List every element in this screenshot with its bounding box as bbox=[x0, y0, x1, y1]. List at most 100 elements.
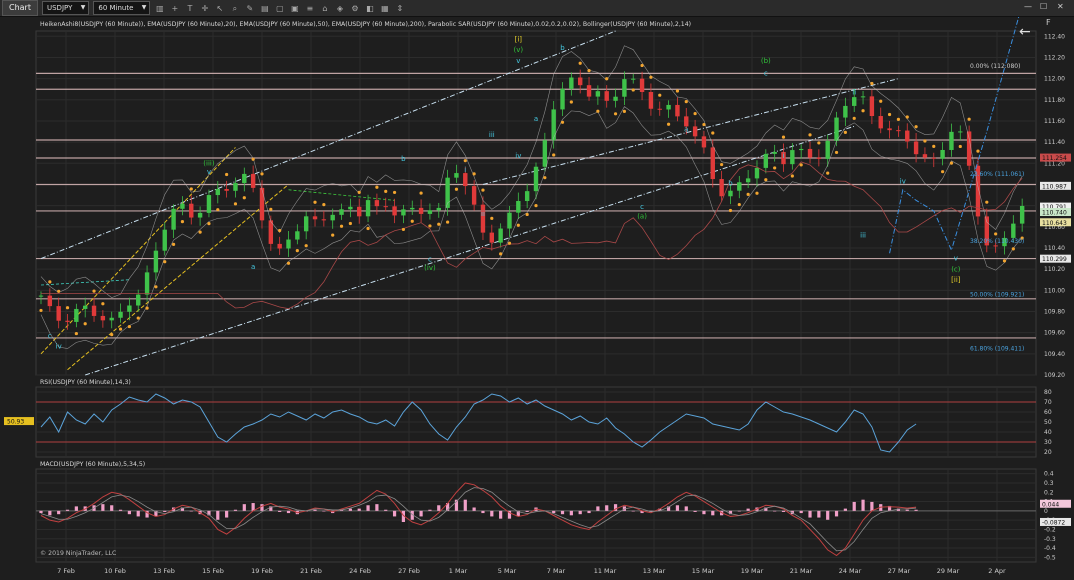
macd-tick-label: -0.3 bbox=[1044, 536, 1056, 543]
candle-body bbox=[321, 219, 327, 221]
macd-tick-label: -0.5 bbox=[1044, 554, 1056, 561]
plus-icon[interactable]: + bbox=[169, 3, 180, 14]
candle-body bbox=[595, 91, 601, 97]
tools-icon[interactable]: ⚙ bbox=[349, 3, 360, 14]
candle-body bbox=[657, 108, 662, 110]
macd-histogram-bar bbox=[110, 505, 114, 511]
date-tick-label: 19 Feb bbox=[251, 567, 273, 575]
candle-body bbox=[295, 231, 300, 240]
macd-histogram-bar bbox=[322, 510, 326, 512]
f-label: F bbox=[1046, 18, 1051, 27]
candle-body bbox=[949, 131, 954, 150]
price-marker-value: 110.299 bbox=[1042, 256, 1067, 263]
date-tick-label: 15 Mar bbox=[692, 567, 715, 575]
candle-body bbox=[922, 154, 928, 158]
zoom-icon[interactable]: ⌕ bbox=[229, 3, 240, 14]
text-icon[interactable]: T bbox=[184, 3, 195, 14]
sar-dot bbox=[976, 149, 980, 153]
wave-label: (v) bbox=[514, 46, 524, 54]
chart-style-icon[interactable]: ▦ bbox=[379, 3, 390, 14]
macd-histogram-bar bbox=[826, 510, 830, 520]
strategy-icon[interactable]: ◈ bbox=[334, 3, 345, 14]
sar-dot bbox=[914, 125, 918, 129]
macd-histogram-bar bbox=[499, 510, 503, 519]
candle-body bbox=[551, 109, 556, 141]
candle-body bbox=[224, 189, 229, 191]
macd-histogram-bar bbox=[127, 510, 131, 515]
sar-dot bbox=[737, 202, 741, 207]
draw-icon[interactable]: ✎ bbox=[244, 3, 255, 14]
sar-dot bbox=[127, 324, 131, 329]
fib-level-label: 61.80% (109.411) bbox=[970, 346, 1024, 353]
candle-body bbox=[763, 153, 769, 168]
macd-histogram-bar bbox=[278, 510, 282, 512]
sar-dot bbox=[826, 171, 830, 175]
price-tick-label: 110.20 bbox=[1044, 266, 1065, 273]
sar-dot bbox=[207, 221, 211, 226]
candle-body bbox=[931, 157, 936, 159]
sar-dot bbox=[260, 172, 264, 176]
window-icon[interactable]: ▢ bbox=[274, 3, 285, 14]
candle-body bbox=[896, 130, 901, 132]
wave-label: [i] bbox=[515, 36, 523, 44]
sar-dot bbox=[755, 191, 759, 195]
rsi-legend: RSI(USDJPY (60 Minute),14,3) bbox=[40, 379, 131, 386]
list-icon[interactable]: ≡ bbox=[304, 3, 315, 14]
sar-dot bbox=[932, 144, 936, 148]
sar-dot bbox=[171, 242, 176, 246]
chart-tab[interactable]: Chart bbox=[2, 0, 38, 16]
macd-histogram-bar bbox=[118, 509, 123, 511]
sar-dot bbox=[843, 130, 847, 134]
rsi-tick-label: 20 bbox=[1044, 449, 1052, 456]
sar-dot bbox=[490, 216, 494, 220]
chart-canvas[interactable]: (iii)vivcabc(iv)[i](v)vbiiiiviiiac(a)ab(… bbox=[0, 17, 1074, 580]
close-icon[interactable]: ✕ bbox=[1057, 2, 1064, 11]
candle-body bbox=[913, 141, 919, 155]
wave-label: c bbox=[48, 332, 52, 340]
wave-label: iv bbox=[900, 177, 906, 185]
mirror-icon[interactable]: ◧ bbox=[364, 3, 375, 14]
candle-body bbox=[586, 85, 592, 97]
attach-icon[interactable]: ⌂ bbox=[319, 3, 330, 14]
maximize-icon[interactable]: ☐ bbox=[1040, 2, 1047, 11]
sar-dot bbox=[375, 185, 379, 189]
macd-histogram-bar bbox=[773, 510, 777, 512]
sar-dot bbox=[481, 188, 485, 192]
price-tick-label: 112.00 bbox=[1044, 76, 1065, 83]
crosshair-icon[interactable]: ✛ bbox=[199, 3, 210, 14]
back-arrow-icon[interactable]: ← bbox=[1019, 24, 1031, 40]
wave-label: c bbox=[640, 203, 644, 211]
sar-dot bbox=[985, 200, 989, 204]
minimize-icon[interactable]: — bbox=[1024, 2, 1032, 11]
bar-type-icon[interactable]: ▥ bbox=[154, 3, 165, 14]
candle-body bbox=[710, 147, 715, 180]
sar-dot bbox=[118, 327, 123, 331]
sar-dot bbox=[57, 289, 61, 293]
sar-dot bbox=[675, 89, 680, 93]
date-tick-label: 21 Feb bbox=[300, 567, 322, 575]
sar-dot bbox=[65, 306, 70, 310]
lock-icon[interactable]: ▣ bbox=[289, 3, 300, 14]
wave-label: a bbox=[534, 115, 538, 123]
template-icon[interactable]: ▤ bbox=[259, 3, 270, 14]
date-tick-label: 15 Feb bbox=[202, 567, 224, 575]
instrument-selector[interactable]: USDJPY ▼ bbox=[41, 1, 90, 15]
macd-histogram-bar bbox=[472, 507, 476, 511]
candle-body bbox=[966, 131, 972, 166]
price-scale-icon[interactable]: ⇕ bbox=[394, 3, 405, 14]
sar-dot bbox=[728, 208, 733, 213]
wave-label: b bbox=[728, 180, 733, 188]
sar-dot bbox=[684, 100, 688, 104]
candle-body bbox=[312, 216, 318, 220]
candle-body bbox=[56, 306, 61, 321]
macd-histogram-bar bbox=[843, 508, 847, 511]
wave-label: [ii] bbox=[951, 276, 961, 284]
candle-body bbox=[471, 186, 477, 205]
macd-histogram-bar bbox=[914, 509, 918, 511]
sar-dot bbox=[870, 81, 874, 86]
sar-dot bbox=[437, 222, 441, 226]
macd-histogram-bar bbox=[286, 510, 291, 514]
candle-body bbox=[692, 126, 698, 137]
timeframe-selector[interactable]: 60 Minute ▼ bbox=[93, 1, 151, 15]
arrow-icon[interactable]: ↖ bbox=[214, 3, 225, 14]
